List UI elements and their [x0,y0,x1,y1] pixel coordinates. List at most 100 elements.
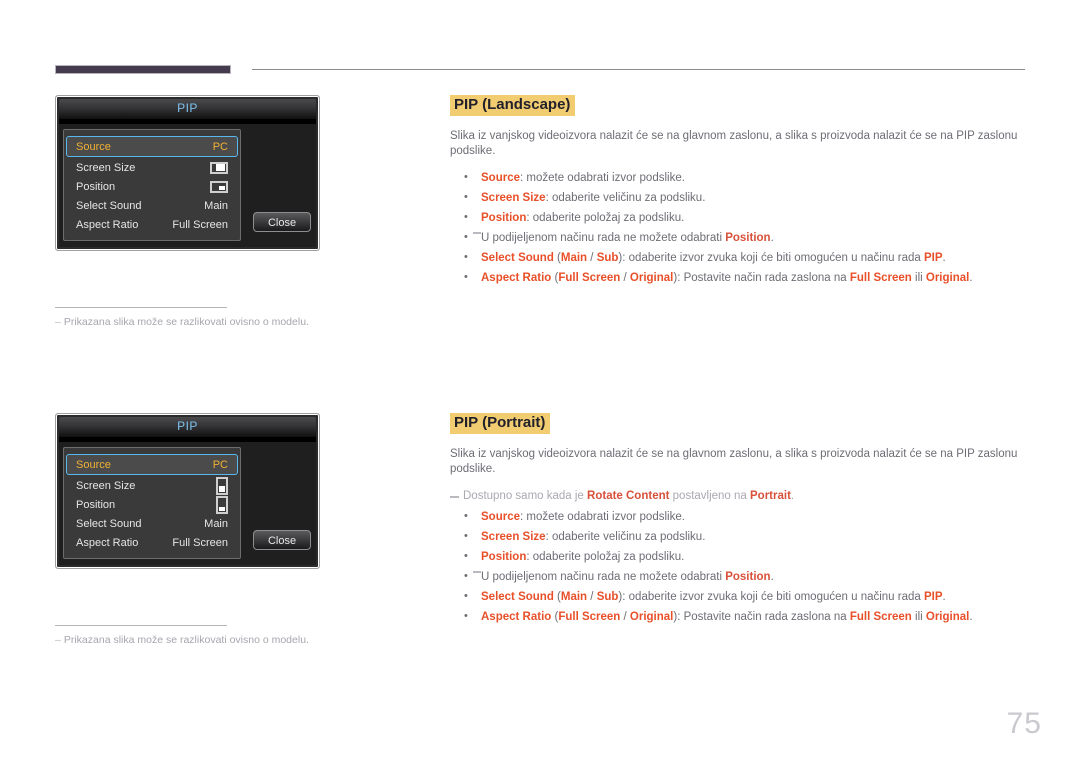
bullet-item: Aspect Ratio (Full Screen / Original): P… [450,609,1030,625]
note-dash-icon [473,231,481,234]
note-line: U podijeljenom načinu rada ne možete oda… [450,230,1030,246]
bullet-list: Source: možete odabrati izvor podslike.S… [450,509,1030,625]
keyword: Main [560,590,588,603]
section-heading: PIP (Landscape) [450,95,576,116]
bullet-item: Select Sound (Main / Sub): odaberite izv… [450,250,1030,266]
bullet-item: Source: možete odabrati izvor podslike. [450,170,1030,186]
keyword: Aspect Ratio [481,271,552,284]
osd-row-source[interactable]: Source PC [66,454,238,475]
osd-row-value: Full Screen [172,536,228,549]
osd-side-area: Close [241,129,312,241]
osd-row-label: Source [76,140,111,153]
icon-fill [219,506,225,511]
osd-row-label: Position [76,498,116,511]
keyword: Position [481,211,527,224]
osd-menu-list: Source PC Screen Size Position Select Sound M… [63,129,241,241]
header-accent-bar [55,65,231,74]
figure-note-text: – Prikazana slika može se razlikovati ovi… [55,316,309,328]
bullet-item: Position: odaberite položaj za podsliku. [450,210,1030,226]
keyword: Position [725,570,771,583]
osd-row-aspect-ratio[interactable]: Aspect Ratio Full Screen [67,215,237,234]
bullet-list: Source: možete odabrati izvor podslike.S… [450,170,1030,286]
figure-note-text: – Prikazana slika može se razlikovati ovi… [55,634,309,646]
keyword: PIP [924,590,943,603]
osd-title: PIP [177,419,198,433]
bullet-item: Screen Size: odaberite veličinu za podsl… [450,190,1030,206]
keyword: Original [925,610,970,623]
note-dash-icon [450,495,459,498]
osd-row-select-sound[interactable]: Select Sound Main [67,196,237,215]
keyword: Select Sound [481,251,554,264]
osd-row-select-sound[interactable]: Select Sound Main [67,514,237,533]
osd-inner: PIP Source PC Screen Size Position Select Sou… [59,417,316,565]
osd-row-label: Select Sound [76,199,142,212]
screen-size-landscape-icon [210,161,228,174]
osd-inner: PIP Source PC Screen Size Position Select Sou… [59,99,316,247]
osd-row-position[interactable]: Position [67,495,237,514]
osd-row-label: Position [76,180,116,193]
keyword: Source [481,510,520,523]
section-heading: PIP (Portrait) [450,413,551,434]
osd-row-label: Source [76,458,111,471]
keyword: Original [629,271,674,284]
header-divider-rule [252,69,1025,70]
bullet-item: Select Sound (Main / Sub): odaberite izv… [450,589,1030,605]
osd-menu-list: Source PC Screen Size Position Select Sound M… [63,447,241,559]
figure-note-rule [55,625,227,626]
figure-note-landscape: – Prikazana slika može se razlikovati ovi… [55,307,309,328]
icon-fill [219,485,225,492]
osd-row-screen-size[interactable]: Screen Size [67,476,237,495]
keyword: Original [629,610,674,623]
osd-row-label: Screen Size [76,161,136,174]
figure-note-rule [55,307,227,308]
content-portrait: PIP (Portrait) Slika iz vanjskog videoizv… [450,413,1030,625]
osd-body: Source PC Screen Size Position Select Sound M… [59,442,316,565]
section-intro: Slika iz vanjskog videoizvora nalazit će… [450,130,1018,157]
osd-row-source[interactable]: Source PC [66,136,238,157]
figure-note-portrait: – Prikazana slika može se razlikovati ovi… [55,625,309,646]
osd-row-label: Screen Size [76,479,136,492]
figure-landscape: PIP Source PC Screen Size Position Select Sou… [55,95,320,251]
keyword: Full Screen [558,271,621,284]
position-landscape-icon [210,180,228,193]
osd-row-position[interactable]: Position [67,177,237,196]
osd-row-aspect-ratio[interactable]: Aspect Ratio Full Screen [67,533,237,552]
note-dash-icon: – [55,634,61,646]
position-portrait-icon [216,495,228,514]
page-header [0,0,1080,86]
keyword: Screen Size [481,530,546,543]
osd-row-screen-size[interactable]: Screen Size [67,158,237,177]
osd-row-value: Full Screen [172,218,228,231]
keyword: Full Screen [849,610,912,623]
bullet-item: Source: možete odabrati izvor podslike. [450,509,1030,525]
osd-title: PIP [177,101,198,115]
figure-portrait: PIP Source PC Screen Size Position Select Sou… [55,413,320,569]
keyword: Full Screen [558,610,621,623]
osd-row-value: Main [204,517,228,530]
osd-side-area: Close [241,447,312,559]
lead-note: Dostupno samo kada je Rotate Content pos… [450,489,1030,504]
keyword: Sub [596,590,619,603]
osd-panel: PIP Source PC Screen Size Position Select Sou… [55,95,320,251]
keyword: Position [481,550,527,563]
osd-titlebar: PIP [59,99,316,120]
note-line: U podijeljenom načinu rada ne možete oda… [450,569,1030,585]
osd-row-label: Aspect Ratio [76,536,139,549]
screen-size-portrait-icon [216,476,228,495]
keyword: Main [560,251,588,264]
osd-row-value: PC [212,458,228,471]
note-dash-icon [473,570,481,573]
icon-fill [219,185,225,190]
keyword: Portrait [750,489,791,502]
keyword: Screen Size [481,191,546,204]
osd-titlebar: PIP [59,417,316,438]
close-button[interactable]: Close [253,530,311,550]
keyword: Sub [596,251,619,264]
section-intro: Slika iz vanjskog videoizvora nalazit će… [450,448,1018,475]
osd-row-label: Aspect Ratio [76,218,139,231]
keyword: Aspect Ratio [481,610,552,623]
page-number: 75 [1006,707,1042,740]
keyword: Source [481,171,520,184]
keyword: PIP [924,251,943,264]
close-button[interactable]: Close [253,212,311,232]
